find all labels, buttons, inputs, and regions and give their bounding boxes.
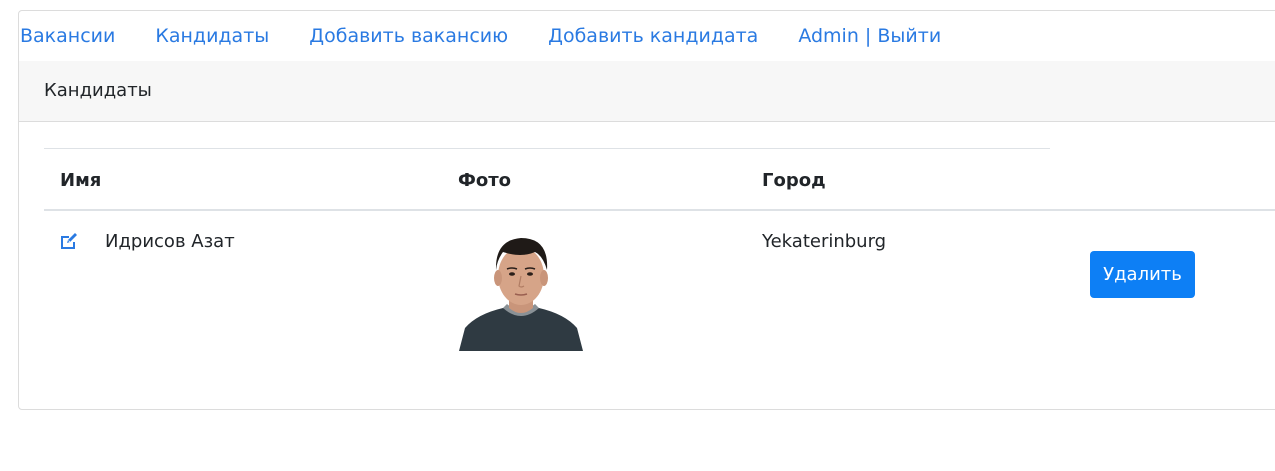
column-header-name: Имя: [60, 170, 102, 191]
column-header-photo: Фото: [458, 170, 512, 191]
table-header-border: [44, 209, 1275, 211]
edit-icon[interactable]: [59, 232, 79, 250]
top-navbar: Вакансии Кандидаты Добавить вакансию Доб…: [0, 10, 981, 62]
nav-link-add-candidate[interactable]: Добавить кандидата: [548, 25, 758, 47]
nav-link-candidates[interactable]: Кандидаты: [155, 25, 269, 47]
delete-button[interactable]: Удалить: [1090, 251, 1195, 298]
candidate-name: Идрисов Азат: [105, 231, 235, 252]
table-top-border: [44, 148, 1050, 149]
candidate-city: Yekaterinburg: [762, 231, 887, 252]
card-header: Кандидаты: [19, 61, 1275, 122]
candidate-photo: [459, 232, 583, 351]
nav-link-add-vacancy[interactable]: Добавить вакансию: [309, 25, 508, 47]
nav-link-logout[interactable]: Admin | Выйти: [798, 25, 941, 47]
nav-link-vacancies[interactable]: Вакансии: [20, 25, 115, 47]
column-header-city: Город: [762, 170, 826, 191]
card-header-title: Кандидаты: [44, 80, 152, 101]
